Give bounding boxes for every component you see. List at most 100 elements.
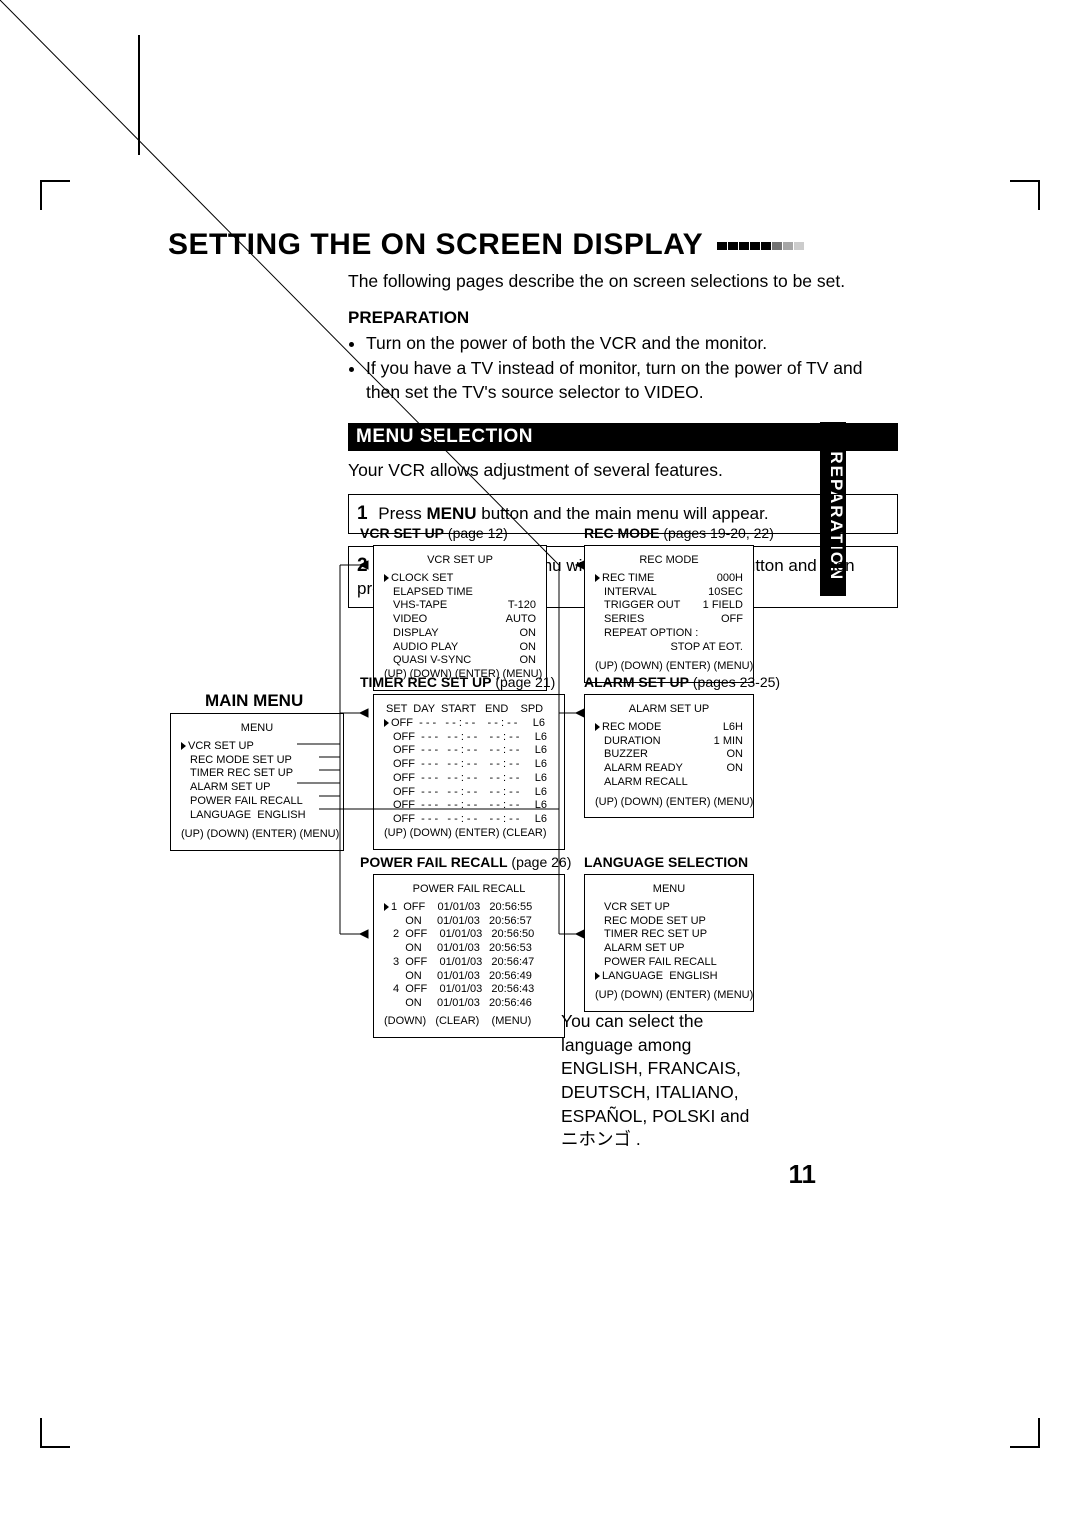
osd-row: OFF - - - - - : - - - - : - - L6: [384, 758, 554, 772]
osd-title: REC MODE: [595, 554, 743, 568]
osd-row: ON 01/01/03 20:56:53: [384, 942, 554, 956]
osd-row: 3 OFF 01/01/03 20:56:47: [384, 956, 554, 970]
osd-row: REC TIME000H: [595, 572, 743, 586]
osd-title: POWER FAIL RECALL: [384, 883, 554, 897]
vcr-setup-osd: VCR SET UP CLOCK SETELAPSED TIMEVHS-TAPE…: [373, 545, 547, 691]
osd-title: MENU: [595, 883, 743, 897]
osd-row: OFF - - - - - : - - - - : - - L6: [384, 786, 554, 800]
step-text: MENU: [426, 504, 476, 523]
osd-row: OFF - - - - - : - - - - : - - L6: [384, 813, 554, 827]
osd-title: MENU: [181, 722, 333, 736]
step-number: 1: [357, 503, 368, 524]
osd-row: OFF - - - - - : - - - - : - - L6: [384, 731, 554, 745]
osd-row: POWER FAIL RECALL: [181, 795, 333, 809]
osd-row: AUDIO PLAYON: [384, 641, 536, 655]
osd-row: STOP AT EOT.: [595, 641, 743, 655]
cursor-icon: [181, 742, 186, 750]
osd-row: VHS-TAPET-120: [384, 599, 536, 613]
osd-row: OFF - - - - - : - - - - : - - L6: [384, 772, 554, 786]
osd-row: OFF - - - - - : - - - - : - - L6: [384, 799, 554, 813]
osd-title: VCR SET UP: [384, 554, 536, 568]
crop-mark: [40, 180, 70, 210]
osd-row: TIMER REC SET UP: [181, 767, 333, 781]
osd-footer: (UP) (DOWN) (ENTER) (MENU): [595, 796, 743, 810]
manual-page: PREPARATION SETTING THE ON SCREEN DISPLA…: [0, 0, 1080, 1528]
osd-row: POWER FAIL RECALL: [595, 956, 743, 970]
osd-row: ALARM RECALL: [595, 776, 743, 790]
timer-rec-osd: SET DAY START END SPD OFF - - - - - : - …: [373, 694, 565, 850]
language-selection-osd: MENU VCR SET UP REC MODE SET UP TIMER RE…: [584, 874, 754, 1012]
step-number: 2: [357, 555, 368, 576]
osd-row: 1 OFF 01/01/03 20:56:55: [384, 901, 554, 915]
language-selection-label: LANGUAGE SELECTION: [584, 854, 748, 870]
rec-mode-osd: REC MODE REC TIME000HINTERVAL10SECTRIGGE…: [584, 545, 754, 683]
osd-row: DISPLAYON: [384, 627, 536, 641]
osd-row: REPEAT OPTION :: [595, 627, 743, 641]
preparation-heading: PREPARATION: [348, 308, 898, 328]
osd-row: ON 01/01/03 20:56:57: [384, 915, 554, 929]
step-text: button and the main menu will appear.: [477, 504, 769, 523]
step-text: Press: [374, 504, 427, 523]
osd-row: LANGUAGE ENGLISH: [181, 809, 333, 823]
section-intro: Your VCR allows adjustment of several fe…: [348, 459, 898, 483]
crop-mark: [1010, 1418, 1040, 1448]
title-text: SETTING THE ON SCREEN DISPLAY: [168, 228, 703, 261]
osd-header-row: SET DAY START END SPD: [384, 703, 554, 717]
osd-row: ELAPSED TIME: [384, 586, 536, 600]
title-decoration: [717, 228, 847, 236]
rec-mode-label: REC MODE (pages 19-20, 22): [584, 525, 774, 541]
osd-row: TIMER REC SET UP: [595, 928, 743, 942]
osd-row: VIDEOAUTO: [384, 613, 536, 627]
osd-row: BUZZERON: [595, 748, 743, 762]
preparation-list: Turn on the power of both the VCR and th…: [366, 332, 898, 405]
osd-row: OFF - - - - - : - - - - : - - L6: [384, 744, 554, 758]
prep-item: Turn on the power of both the VCR and th…: [366, 332, 898, 356]
cursor-icon: [595, 574, 600, 582]
osd-footer: (UP) (DOWN) (ENTER) (MENU): [595, 989, 743, 1003]
cursor-icon: [595, 723, 600, 731]
osd-row: VCR SET UP: [181, 740, 333, 754]
osd-row: ALARM SET UP: [181, 781, 333, 795]
power-fail-label: POWER FAIL RECALL (page 26): [360, 854, 571, 870]
osd-footer: (UP) (DOWN) (ENTER) (MENU): [181, 828, 333, 842]
osd-row: QUASI V-SYNCON: [384, 654, 536, 668]
osd-row: CLOCK SET: [384, 572, 536, 586]
osd-row: ALARM SET UP: [595, 942, 743, 956]
osd-row: LANGUAGE ENGLISH: [595, 970, 743, 984]
main-menu-osd: MENU VCR SET UP REC MODE SET UP TIMER RE…: [170, 713, 344, 851]
osd-footer: (UP) (DOWN) (ENTER) (MENU): [595, 660, 743, 674]
osd-row: DURATION1 MIN: [595, 735, 743, 749]
cursor-icon: [384, 574, 389, 582]
language-note: You can select the language among ENGLIS…: [561, 1010, 776, 1152]
japanese-text: ニホンゴ: [561, 1129, 631, 1149]
osd-row: OFF - - - - - : - - - - : - - L6: [384, 717, 554, 731]
osd-footer: (UP) (DOWN) (ENTER) (CLEAR): [384, 827, 554, 841]
osd-row: INTERVAL10SEC: [595, 586, 743, 600]
power-fail-osd: POWER FAIL RECALL 1 OFF 01/01/03 20:56:5…: [373, 874, 565, 1038]
osd-footer: (DOWN) (CLEAR) (MENU): [384, 1015, 554, 1029]
osd-row: VCR SET UP: [595, 901, 743, 915]
cursor-icon: [595, 972, 600, 980]
osd-title: ALARM SET UP: [595, 703, 743, 717]
section-bar: MENU SELECTION: [348, 423, 898, 451]
cursor-icon: [384, 719, 389, 727]
osd-row: ON 01/01/03 20:56:49: [384, 970, 554, 984]
osd-row: SERIESOFF: [595, 613, 743, 627]
osd-row: REC MODE SET UP: [181, 754, 333, 768]
page-title: SETTING THE ON SCREEN DISPLAY: [168, 228, 898, 262]
intro-text: The following pages describe the on scre…: [348, 270, 898, 294]
osd-row: ALARM READYON: [595, 762, 743, 776]
osd-row: TRIGGER OUT1 FIELD: [595, 599, 743, 613]
osd-row: REC MODE SET UP: [595, 915, 743, 929]
osd-row: REC MODEL6H: [595, 721, 743, 735]
osd-row: 4 OFF 01/01/03 20:56:43: [384, 983, 554, 997]
crop-mark: [1010, 180, 1040, 210]
prep-item: If you have a TV instead of monitor, tur…: [366, 357, 898, 404]
main-menu-label: MAIN MENU: [205, 691, 303, 711]
trim-mark: [138, 35, 140, 155]
page-number: 11: [789, 1159, 817, 1190]
cursor-icon: [384, 903, 389, 911]
vcr-setup-label: VCR SET UP (page 12): [360, 525, 508, 541]
osd-row: 2 OFF 01/01/03 20:56:50: [384, 928, 554, 942]
timer-rec-label: TIMER REC SET UP (page 21): [360, 674, 555, 690]
